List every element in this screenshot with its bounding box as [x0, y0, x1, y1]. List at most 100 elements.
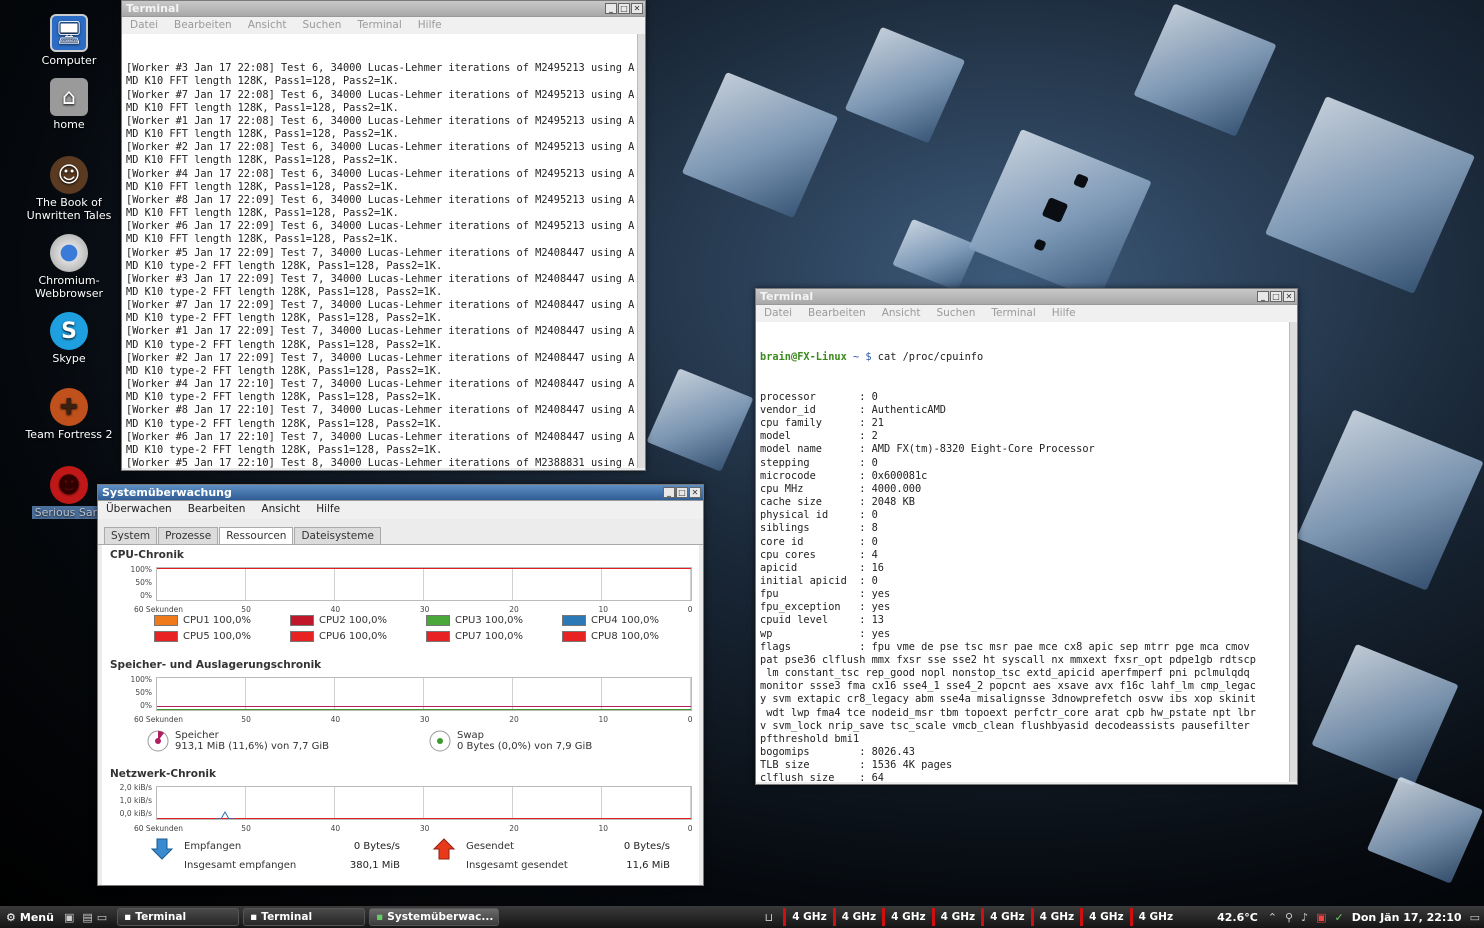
- network-icon[interactable]: ⚲: [1285, 911, 1293, 924]
- task-terminal-1[interactable]: ▪ Terminal: [117, 908, 240, 926]
- cpu-color-swatch[interactable]: [426, 615, 450, 626]
- terminal-line: apicid : 16: [760, 561, 884, 574]
- cpu-color-swatch[interactable]: [562, 631, 586, 642]
- cpu-legend-item[interactable]: CPU6 100,0%: [290, 631, 387, 642]
- terminal-prompt-line: brain@FX-Linux ~ $ cat /proc/cpuinfo: [760, 351, 1297, 364]
- sent-total: 11,6 MiB: [626, 860, 670, 871]
- maximize-button[interactable]: □: [1270, 291, 1282, 302]
- terminal-launcher-icon[interactable]: ▤: [82, 911, 92, 924]
- task-system-monitor[interactable]: ▪ Systemüberwac...: [369, 908, 500, 926]
- terminal-output[interactable]: brain@FX-Linux ~ $ cat /proc/cpuinfo pro…: [756, 322, 1297, 782]
- menu-datei[interactable]: Datei: [764, 305, 792, 322]
- menu-ueberwachen[interactable]: Überwachen: [106, 501, 172, 519]
- y-tick: 0%: [140, 591, 152, 600]
- menu-button[interactable]: ⚙ Menü: [0, 911, 60, 924]
- scrollbar[interactable]: [1289, 322, 1297, 782]
- cpu-color-swatch[interactable]: [290, 615, 314, 626]
- menu-terminal[interactable]: Terminal: [991, 305, 1035, 322]
- menu-datei[interactable]: Datei: [130, 17, 158, 34]
- x-tick: 20: [509, 605, 519, 614]
- close-button[interactable]: ✕: [631, 3, 643, 14]
- tab-ressourcen[interactable]: Ressourcen: [219, 527, 294, 544]
- desktop-icon-book-of-unwritten-tales[interactable]: ☺ The Book of Unwritten Tales: [14, 156, 124, 222]
- cpu-color-swatch[interactable]: [154, 631, 178, 642]
- folder-launcher-icon[interactable]: ▭: [97, 911, 107, 924]
- minimize-button[interactable]: _: [605, 3, 617, 14]
- volume-icon[interactable]: ♪: [1301, 911, 1308, 924]
- minimize-button[interactable]: _: [663, 487, 675, 498]
- chromium-icon: [50, 234, 88, 272]
- tray-icon[interactable]: ⊔: [765, 911, 774, 924]
- desktop-icon-chromium[interactable]: Chromium- Webbrowser: [14, 234, 124, 300]
- menu-bearbeiten[interactable]: Bearbeiten: [174, 17, 232, 34]
- terminal-line: pat pse36 clflush mmx fxsr sse sse2 ht s…: [760, 653, 1256, 666]
- cpu-color-swatch[interactable]: [426, 631, 450, 642]
- clock[interactable]: Don Jän 17, 22:10: [1352, 911, 1462, 924]
- terminal-window-1[interactable]: Terminal _ □ ✕ Datei Bearbeiten Ansicht …: [121, 0, 646, 471]
- cpu-color-swatch[interactable]: [562, 615, 586, 626]
- menu-ansicht[interactable]: Ansicht: [882, 305, 921, 322]
- window-titlebar[interactable]: Terminal _ □ ✕: [122, 1, 645, 17]
- menu-hilfe[interactable]: Hilfe: [418, 17, 442, 34]
- desktop-icon-skype[interactable]: S Skype: [14, 312, 124, 365]
- show-desktop-icon[interactable]: ▣: [64, 911, 74, 924]
- desktop-icon-label: The Book of Unwritten Tales: [26, 196, 112, 222]
- received-legend: Empfangen Insgesamt empfangen: [150, 837, 296, 875]
- menu-hilfe[interactable]: Hilfe: [316, 501, 340, 519]
- window-titlebar[interactable]: Systemüberwachung _ □ ✕: [98, 485, 703, 501]
- cpu-color-swatch[interactable]: [290, 631, 314, 642]
- tab-prozesse[interactable]: Prozesse: [158, 527, 219, 544]
- update-icon[interactable]: ▣: [1316, 911, 1326, 924]
- window-title: Terminal: [126, 2, 180, 15]
- scrollbar[interactable]: [637, 34, 645, 468]
- cpu-frequency-item: 4 GHz: [882, 908, 931, 926]
- network-graph: [156, 786, 692, 820]
- cpu-legend-item[interactable]: CPU3 100,0%: [426, 615, 523, 626]
- check-icon[interactable]: ✓: [1335, 911, 1344, 924]
- tab-dateisysteme[interactable]: Dateisysteme: [294, 527, 381, 544]
- window-title: Terminal: [760, 290, 814, 303]
- menu-ansicht[interactable]: Ansicht: [248, 17, 287, 34]
- task-terminal-2[interactable]: ▪ Terminal: [243, 908, 366, 926]
- cpu-legend-item[interactable]: CPU1 100,0%: [154, 615, 251, 626]
- close-button[interactable]: ✕: [689, 487, 701, 498]
- chevron-up-icon[interactable]: ⌃: [1268, 911, 1277, 924]
- sent-label: Gesendet: [466, 841, 515, 852]
- menu-suchen[interactable]: Suchen: [937, 305, 976, 322]
- window-titlebar[interactable]: Terminal _ □ ✕: [756, 289, 1297, 305]
- desktop-icon-label: Team Fortress 2: [25, 428, 113, 441]
- menu-bearbeiten[interactable]: Bearbeiten: [188, 501, 246, 519]
- cpu-legend-label: CPU3 100,0%: [455, 615, 524, 626]
- memory-pie-icon: [147, 730, 169, 752]
- menu-bearbeiten[interactable]: Bearbeiten: [808, 305, 866, 322]
- cpu-legend-item[interactable]: CPU2 100,0%: [290, 615, 387, 626]
- x-tick: 10: [598, 715, 609, 724]
- desktop-icon-home[interactable]: ⌂ home: [14, 78, 124, 131]
- tab-system[interactable]: System: [104, 527, 158, 544]
- close-button[interactable]: ✕: [1283, 291, 1295, 302]
- cpu-legend-item[interactable]: CPU8 100,0%: [562, 631, 659, 642]
- minimize-button[interactable]: _: [1257, 291, 1269, 302]
- task-label: Terminal: [135, 911, 187, 923]
- system-monitor-window[interactable]: Systemüberwachung _ □ ✕ Überwachen Bearb…: [97, 484, 704, 886]
- terminal-output[interactable]: [Worker #3 Jan 17 22:08] Test 6, 34000 L…: [122, 34, 645, 468]
- cpu-legend-item[interactable]: CPU7 100,0%: [426, 631, 523, 642]
- cpu-legend-item[interactable]: CPU4 100,0%: [562, 615, 659, 626]
- menu-hilfe[interactable]: Hilfe: [1052, 305, 1076, 322]
- terminal-window-2[interactable]: Terminal _ □ ✕ Datei Bearbeiten Ansicht …: [755, 288, 1298, 785]
- maximize-button[interactable]: □: [676, 487, 688, 498]
- cpu-color-swatch[interactable]: [154, 615, 178, 626]
- received-label: Empfangen: [184, 841, 242, 852]
- desktop-switcher-icon[interactable]: ▭: [1470, 911, 1480, 924]
- y-tick: 100%: [130, 675, 152, 684]
- cpu-frequency-applet[interactable]: 4 GHz 4 GHz 4 GHz 4 GHz 4 GHz 4 GHz 4 GHz 4 GHz: [783, 908, 1179, 926]
- menu-suchen[interactable]: Suchen: [303, 17, 342, 34]
- menu-terminal[interactable]: Terminal: [357, 17, 401, 34]
- desktop-icon-computer[interactable]: 🖥 Computer: [14, 14, 124, 67]
- x-tick: 20: [509, 824, 519, 833]
- terminal-line: MD K10 FFT length 128K, Pass1=128, Pass2…: [126, 154, 399, 167]
- desktop-icon-team-fortress-2[interactable]: ✚ Team Fortress 2: [14, 388, 124, 441]
- cpu-legend-item[interactable]: CPU5 100,0%: [154, 631, 251, 642]
- maximize-button[interactable]: □: [618, 3, 630, 14]
- menu-ansicht[interactable]: Ansicht: [261, 501, 300, 519]
